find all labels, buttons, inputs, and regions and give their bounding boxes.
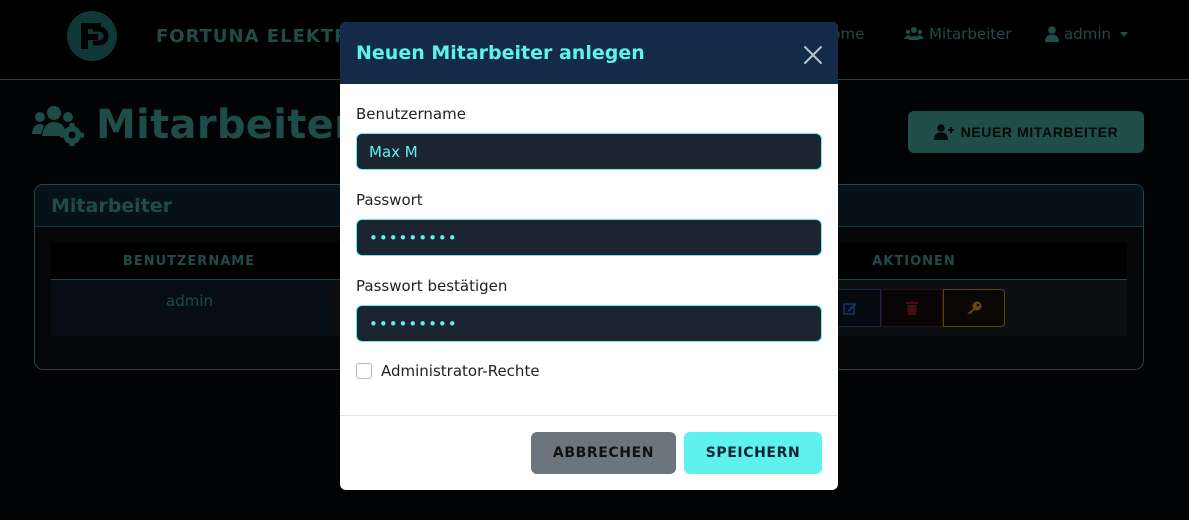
modal-title: Neuen Mitarbeiter anlegen <box>356 42 645 64</box>
password-confirm-input[interactable] <box>356 305 822 342</box>
admin-rights-label[interactable]: Administrator-Rechte <box>381 362 540 380</box>
modal-header: Neuen Mitarbeiter anlegen <box>340 22 838 84</box>
username-input[interactable] <box>356 133 822 170</box>
password-confirm-label: Passwort bestätigen <box>356 277 508 295</box>
save-button[interactable]: SPEICHERN <box>684 432 822 474</box>
modal-footer: ABBRECHEN SPEICHERN <box>340 415 838 490</box>
admin-rights-checkbox[interactable] <box>356 363 372 379</box>
cancel-button[interactable]: ABBRECHEN <box>531 432 676 474</box>
password-input[interactable] <box>356 219 822 256</box>
password-label: Passwort <box>356 191 423 209</box>
admin-rights-row: Administrator-Rechte <box>356 362 540 380</box>
close-icon <box>804 46 822 64</box>
new-employee-modal: Neuen Mitarbeiter anlegen Benutzername P… <box>340 22 838 490</box>
username-label: Benutzername <box>356 105 466 123</box>
close-button[interactable] <box>800 42 826 68</box>
